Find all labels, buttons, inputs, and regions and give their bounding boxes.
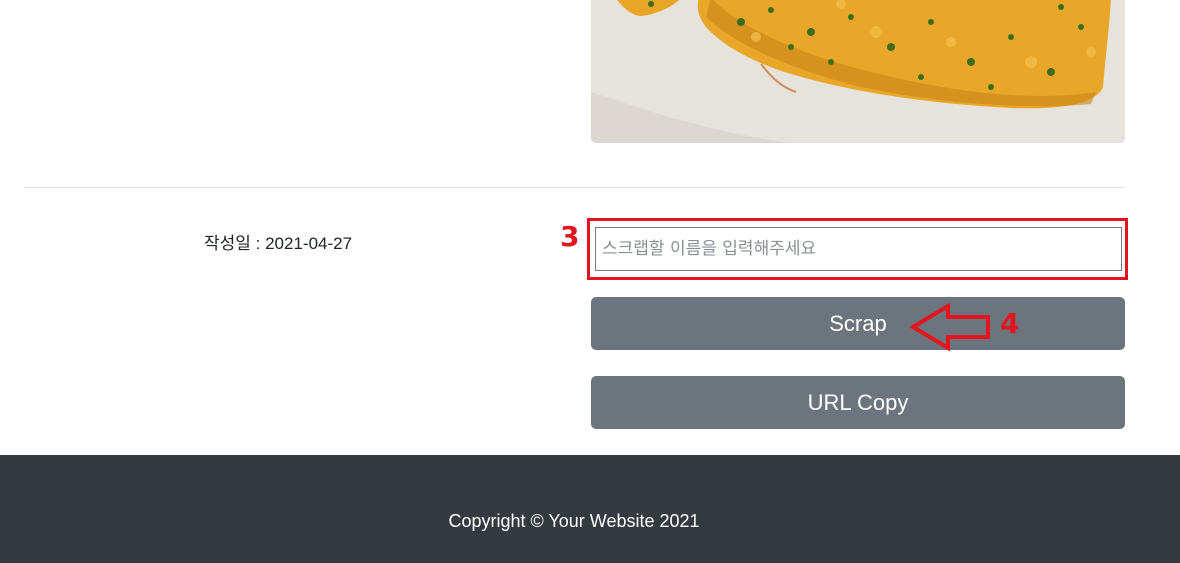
url-copy-button[interactable]: URL Copy xyxy=(591,376,1125,429)
annotation-number-4: 4 xyxy=(1000,307,1020,340)
scrap-button[interactable]: Scrap xyxy=(591,297,1125,350)
post-image xyxy=(591,0,1125,143)
annotation-number-3: 3 xyxy=(560,220,580,253)
post-date: 작성일 : 2021-04-27 xyxy=(204,234,353,253)
copyright-text: Copyright © Your Website 2021 xyxy=(448,511,700,531)
section-divider xyxy=(24,187,1125,188)
page-footer: Copyright © Your Website 2021 xyxy=(0,455,1180,563)
scrap-name-input[interactable] xyxy=(595,227,1122,271)
annotation-arrow-icon xyxy=(910,303,990,351)
